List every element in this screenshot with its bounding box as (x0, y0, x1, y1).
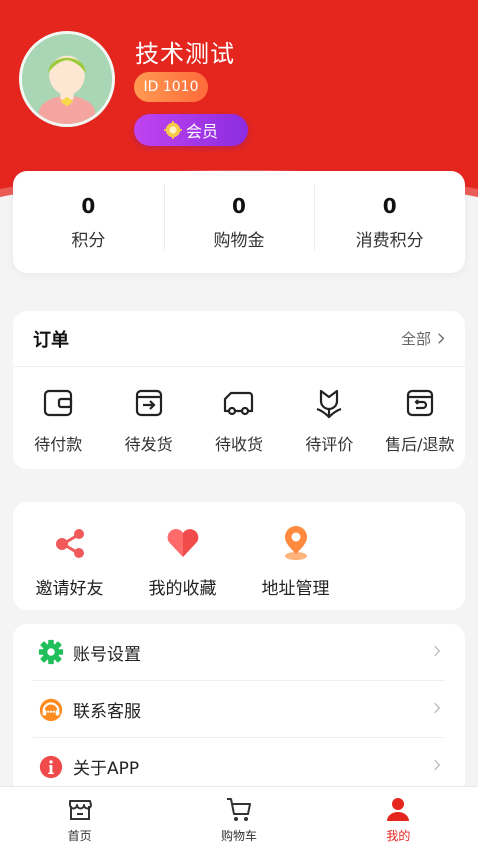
chevron-right-icon (438, 333, 445, 344)
tab-mine[interactable]: 我的 (319, 787, 478, 850)
tools-card: 邀请好友 我的收藏 地址管理 (13, 502, 465, 610)
orders-title: 订单 (33, 329, 69, 351)
avatar-illustration-icon (22, 34, 112, 124)
stat-consumption-points[interactable]: 0 消费积分 (314, 183, 465, 251)
cart-icon (226, 798, 251, 821)
setting-label: 关于APP (73, 759, 140, 779)
info-icon (37, 753, 65, 781)
heart-icon (167, 529, 198, 557)
order-status-list: 待付款 待发货 待收货 待评价 售后/退款 (13, 367, 465, 455)
user-icon (387, 798, 410, 821)
settings-card: 账号设置 联系客服 关于APP (13, 624, 465, 794)
order-pending-receipt[interactable]: 待收货 (194, 385, 284, 455)
order-after-sales[interactable]: 售后/退款 (375, 385, 465, 455)
flower-icon (317, 389, 342, 419)
tool-invite-friends[interactable]: 邀请好友 (13, 524, 126, 610)
order-pending-review[interactable]: 待评价 (284, 385, 374, 455)
box-out-icon (135, 389, 162, 417)
tool-label: 邀请好友 (35, 579, 104, 599)
tab-label: 购物车 (220, 829, 257, 843)
order-item-label: 待发货 (124, 435, 173, 454)
orders-header: 订单 全部 (13, 311, 465, 367)
order-item-label: 售后/退款 (385, 435, 455, 454)
settings-account[interactable]: 账号设置 (33, 624, 445, 681)
tab-cart[interactable]: 购物车 (159, 787, 318, 850)
stats-card: 0 积分 0 购物金 0 消费积分 (13, 171, 465, 273)
wallet-icon (44, 389, 73, 417)
orders-all-label: 全部 (400, 330, 431, 348)
stat-label: 消费积分 (355, 230, 424, 251)
store-icon (68, 800, 92, 820)
location-icon (284, 526, 307, 560)
chevron-right-icon (433, 642, 441, 663)
tab-label: 我的 (386, 829, 411, 843)
truck-icon (223, 391, 254, 416)
order-item-label: 待评价 (305, 435, 354, 454)
gear-icon (37, 638, 65, 666)
user-id-badge: ID 1010 (134, 72, 208, 102)
chevron-right-icon (433, 699, 441, 720)
stat-value: 0 (382, 193, 397, 218)
orders-card: 订单 全部 待付款 待发货 待收货 待评价 售后/退款 (13, 311, 465, 469)
settings-customer-service[interactable]: 联系客服 (33, 681, 445, 738)
tool-favorites[interactable]: 我的收藏 (126, 524, 239, 610)
member-label: 会员 (185, 122, 218, 141)
stat-label: 购物金 (213, 230, 265, 251)
tab-home[interactable]: 首页 (0, 787, 159, 850)
stat-shopping-gold[interactable]: 0 购物金 (163, 183, 315, 251)
orders-all-link[interactable]: 全部 (401, 328, 445, 349)
flower-badge-icon (163, 121, 182, 139)
stat-value: 0 (81, 193, 96, 218)
chevron-right-icon (433, 756, 441, 777)
order-pending-shipment[interactable]: 待发货 (103, 385, 193, 455)
tool-label: 我的收藏 (148, 579, 217, 599)
return-icon (406, 389, 433, 417)
stat-label: 积分 (71, 230, 106, 251)
username: 技术测试 (135, 40, 235, 68)
avatar[interactable] (19, 31, 115, 127)
stat-points[interactable]: 0 积分 (13, 194, 164, 251)
setting-label: 联系客服 (73, 701, 141, 722)
bottom-tab-bar: 首页 购物车 我的 (0, 786, 478, 850)
order-item-label: 待付款 (34, 435, 83, 454)
setting-label: 账号设置 (73, 644, 141, 665)
tab-label: 首页 (67, 829, 92, 843)
headset-icon (37, 695, 65, 723)
share-icon (55, 529, 84, 558)
order-item-label: 待收货 (215, 435, 264, 454)
stat-value: 0 (232, 193, 246, 218)
member-badge[interactable]: 会员 (134, 114, 248, 146)
tool-label: 地址管理 (261, 579, 330, 599)
order-pending-payment[interactable]: 待付款 (13, 385, 103, 455)
tool-address-management[interactable]: 地址管理 (239, 524, 352, 610)
